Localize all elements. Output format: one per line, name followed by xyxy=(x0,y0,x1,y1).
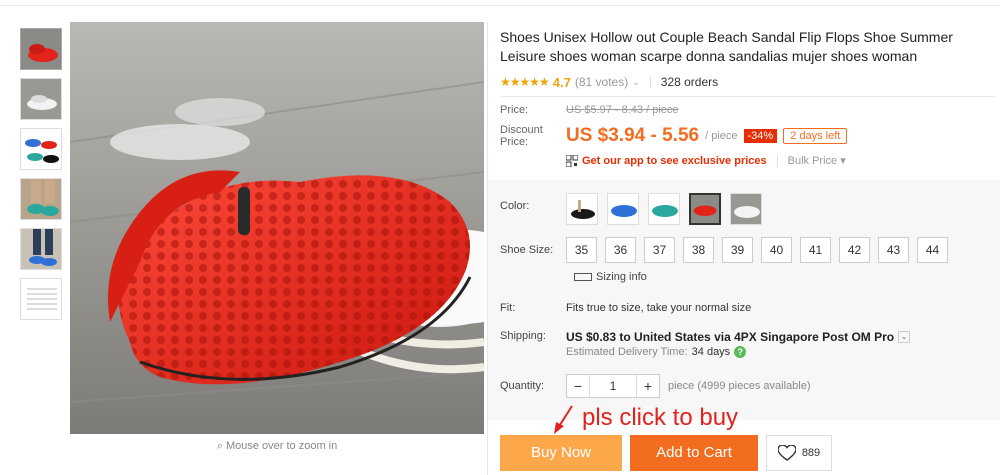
size-option[interactable]: 36 xyxy=(605,237,636,263)
rating-value: 4.7 xyxy=(552,74,571,90)
bulk-price-dropdown[interactable]: Bulk Price ▾ xyxy=(788,154,846,167)
zoom-hint-text: Mouse over to zoom in xyxy=(225,440,338,452)
color-options xyxy=(566,193,771,225)
fit-text: Fits true to size, take your normal size xyxy=(566,302,752,314)
thumbnail-3[interactable] xyxy=(20,128,62,170)
heart-icon xyxy=(777,445,796,461)
discount-price-row: Discount Price: US $3.94 - 5.56 / piece … xyxy=(500,124,995,148)
sizing-info-text: Sizing info xyxy=(596,271,647,283)
chevron-down-icon[interactable]: ⌄ xyxy=(898,331,911,343)
price-label: Price: xyxy=(500,104,529,116)
per-piece-label: / piece xyxy=(705,130,738,142)
size-option[interactable]: 41 xyxy=(800,237,831,263)
size-option[interactable]: 38 xyxy=(683,237,714,263)
price-block: Price: US $5.97 - 8.43 / piece Discount … xyxy=(500,104,995,167)
color-label: Color: xyxy=(500,200,530,212)
color-swatch-red[interactable] xyxy=(689,193,721,225)
size-option[interactable]: 43 xyxy=(878,237,909,263)
quantity-stepper: − 1 + piece (4999 pieces available) xyxy=(566,374,810,398)
size-option[interactable]: 42 xyxy=(839,237,870,263)
shipping-label: Shipping: xyxy=(500,330,546,342)
votes-link[interactable]: (81 votes) xyxy=(575,75,628,89)
add-to-cart-button[interactable]: Add to Cart xyxy=(630,435,758,471)
chevron-down-icon[interactable]: ⌄ xyxy=(632,77,640,88)
availability-text: piece (4999 pieces available) xyxy=(668,380,811,392)
qr-code-icon xyxy=(566,154,578,167)
rating-row: ★★★★★ 4.7 (81 votes) ⌄ 328 orders xyxy=(500,74,995,90)
discount-price-label: Discount Price: xyxy=(500,124,543,148)
app-promo-row: Get our app to see exclusive prices Bulk… xyxy=(566,154,995,167)
discount-price: US $3.94 - 5.56 xyxy=(566,125,700,146)
color-swatch-black[interactable] xyxy=(566,193,598,225)
fit-label: Fit: xyxy=(500,302,516,314)
annotation-arrow-icon xyxy=(554,405,573,434)
thumbnail-5[interactable] xyxy=(20,228,62,270)
buy-now-button[interactable]: Buy Now xyxy=(500,435,622,471)
size-option[interactable]: 39 xyxy=(722,237,753,263)
quantity-label: Quantity: xyxy=(500,380,545,392)
original-price: US $5.97 - 8.43 / piece xyxy=(566,104,679,116)
annotation-text: pls click to buy xyxy=(582,404,739,431)
color-swatch-blue[interactable] xyxy=(607,193,639,225)
orders-count: 328 orders xyxy=(660,75,719,89)
thumbnail-1[interactable] xyxy=(20,28,62,70)
app-promo-link[interactable]: Get our app to see exclusive prices xyxy=(582,155,767,167)
thumbnail-6-size-chart[interactable] xyxy=(20,278,62,320)
thumbnail-4[interactable] xyxy=(20,178,62,220)
quantity-box: − 1 + xyxy=(566,374,660,398)
color-swatch-white[interactable] xyxy=(730,193,762,225)
size-option[interactable]: 37 xyxy=(644,237,675,263)
product-title: Shoes Unisex Hollow out Couple Beach San… xyxy=(500,29,953,64)
ruler-icon xyxy=(574,273,592,281)
shipping-info[interactable]: US $0.83 to United States via 4PX Singap… xyxy=(566,330,911,344)
sizing-info-link[interactable]: Sizing info xyxy=(574,271,647,283)
delivery-time: Estimated Delivery Time: 34 days ? xyxy=(566,346,747,358)
thumbnail-2[interactable] xyxy=(20,78,62,120)
help-icon[interactable]: ? xyxy=(734,346,747,358)
shoe-size-label: Shoe Size: xyxy=(500,244,554,256)
thumbnail-strip xyxy=(20,28,64,328)
delivery-label: Estimated Delivery Time: xyxy=(566,346,688,358)
size-options: 35 36 37 38 39 40 41 42 43 44 xyxy=(566,237,956,263)
discount-badge: -34% xyxy=(743,129,778,143)
quantity-input[interactable]: 1 xyxy=(589,375,637,397)
main-product-image[interactable] xyxy=(70,22,484,434)
product-header: Shoes Unisex Hollow out Couple Beach San… xyxy=(500,28,995,90)
bulk-price-label: Bulk Price xyxy=(787,155,838,167)
delivery-value: 34 days xyxy=(691,346,731,358)
size-option[interactable]: 40 xyxy=(761,237,792,263)
magnifier-icon: ⌕ xyxy=(216,440,226,452)
zoom-hint: ⌕ Mouse over to zoom in xyxy=(70,440,484,453)
top-divider xyxy=(0,5,1000,6)
size-option[interactable]: 35 xyxy=(566,237,597,263)
color-swatch-teal[interactable] xyxy=(648,193,680,225)
shipping-destination: to United States via 4PX Singapore Post … xyxy=(619,330,895,344)
wishlist-count: 889 xyxy=(801,447,821,459)
divider xyxy=(500,96,995,97)
star-rating-icon: ★★★★★ xyxy=(500,75,550,89)
separator xyxy=(776,154,778,167)
days-left-badge: 2 days left xyxy=(783,128,848,144)
size-option[interactable]: 44 xyxy=(917,237,948,263)
caret-down-icon: ▾ xyxy=(840,155,846,167)
wishlist-button[interactable]: 889 xyxy=(766,435,832,471)
separator xyxy=(649,76,651,88)
shipping-price: US $0.83 xyxy=(566,330,617,344)
increment-button[interactable]: + xyxy=(637,375,659,397)
decrement-button[interactable]: − xyxy=(567,375,589,397)
